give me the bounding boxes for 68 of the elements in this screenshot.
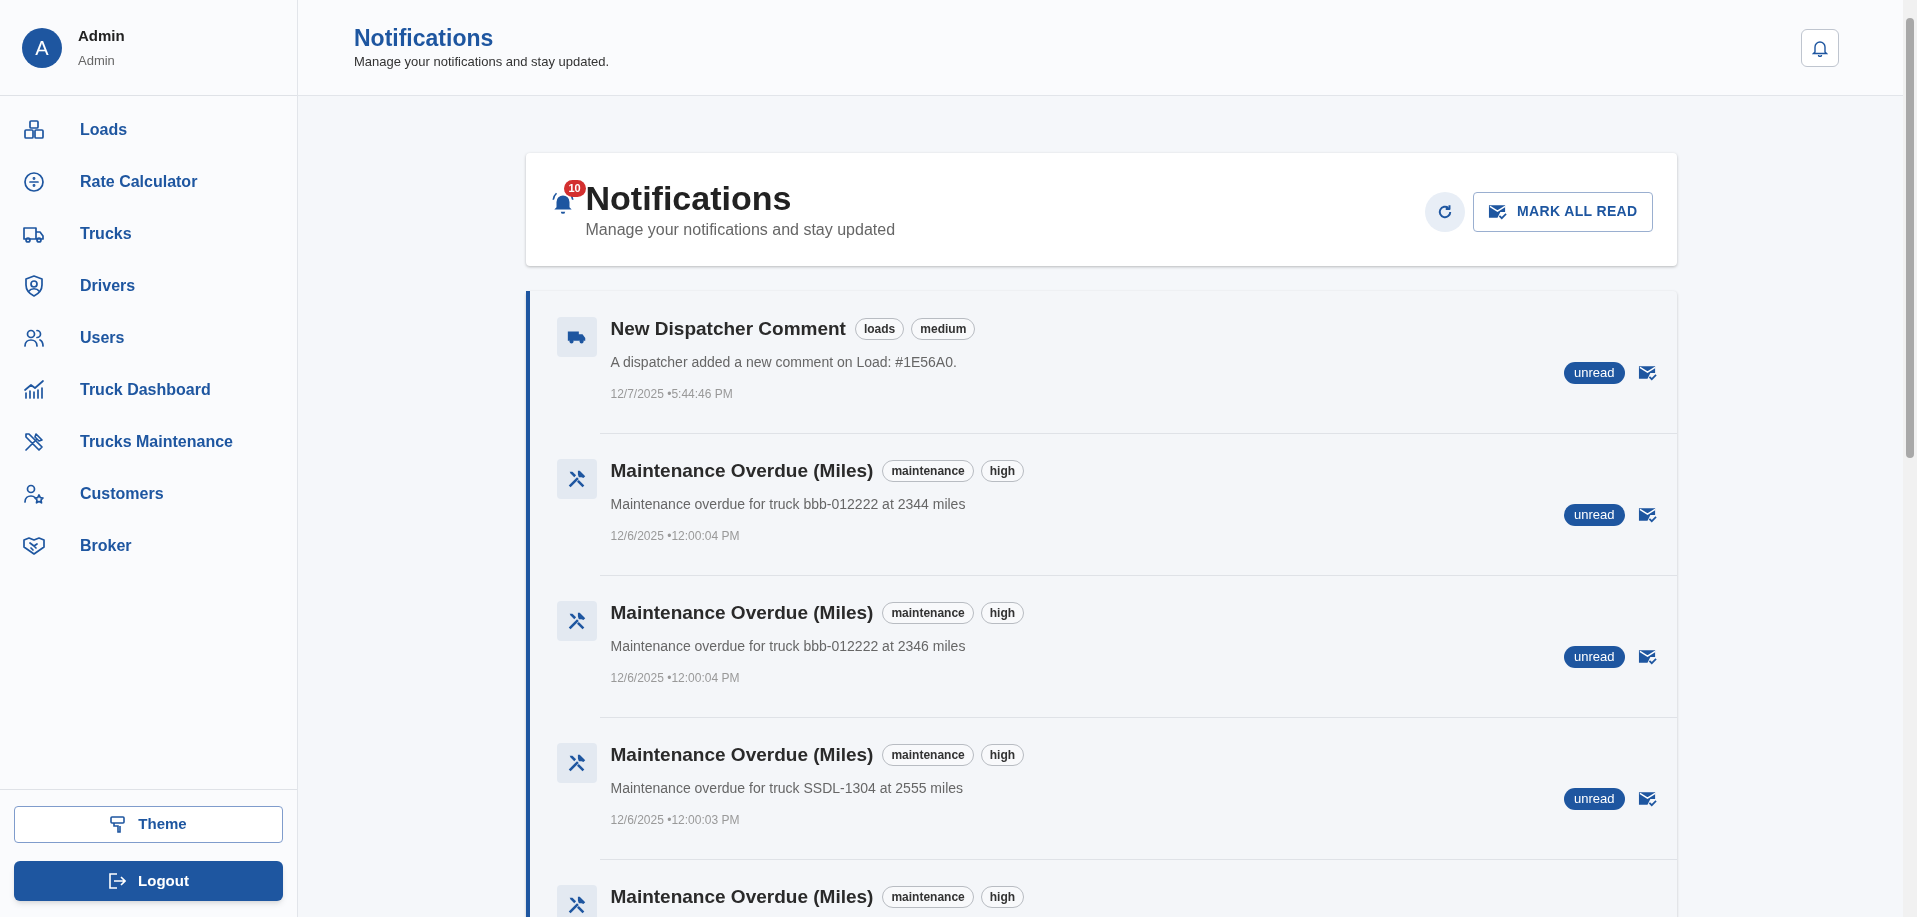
page-title: Notifications xyxy=(354,23,495,52)
sidebar-item[interactable]: Broker xyxy=(0,520,297,572)
sidebar-item[interactable]: Trucks xyxy=(0,208,297,260)
divide-icon xyxy=(22,170,46,194)
notification-message: A dispatcher added a new comment on Load: #1E56A0. xyxy=(610,353,958,372)
bell-icon xyxy=(1812,38,1828,57)
mark-read-button[interactable] xyxy=(1637,507,1657,523)
notification-time: 12/6/2025 •12:00:04 PM xyxy=(610,528,741,545)
tag: high xyxy=(980,460,1025,482)
card-title: Notifications xyxy=(585,177,793,218)
logout-icon xyxy=(108,873,127,889)
tag: maintenance xyxy=(882,602,974,624)
count-badge: 10 xyxy=(563,179,586,197)
tools-icon xyxy=(22,430,46,454)
status-badge: unread xyxy=(1564,646,1625,668)
notification-item[interactable]: Maintenance Overdue (Miles) maintenance high xyxy=(525,859,1677,917)
paint-roller-icon xyxy=(110,815,127,834)
tag: maintenance xyxy=(882,886,974,908)
notification-title: Maintenance Overdue (Miles) xyxy=(610,601,874,625)
mail-check-icon xyxy=(1488,203,1508,220)
sidebar-item[interactable]: Rate Calculator xyxy=(0,156,297,208)
notification-message: Maintenance overdue for truck SSDL-1304 at 2555 miles xyxy=(610,779,965,798)
avatar: A xyxy=(22,27,62,68)
notification-title: Maintenance Overdue (Miles) xyxy=(610,743,874,767)
chart-icon xyxy=(22,378,46,402)
notification-message: Maintenance overdue for truck bbb-012222 at 2346 miles xyxy=(610,637,967,656)
notification-title: Maintenance Overdue (Miles) xyxy=(610,885,874,909)
sidebar-item[interactable]: Truck Dashboard xyxy=(0,364,297,416)
notification-time: 12/6/2025 •12:00:04 PM xyxy=(610,670,741,687)
notification-title: Maintenance Overdue (Miles) xyxy=(610,459,874,483)
sidebar-item[interactable]: Loads xyxy=(0,104,297,156)
mark-read-button[interactable] xyxy=(1637,791,1657,807)
theme-button[interactable]: Theme xyxy=(14,806,283,843)
mark-read-button[interactable] xyxy=(1637,365,1657,381)
status-badge: unread xyxy=(1564,504,1625,526)
mark-all-read-button[interactable]: MARK ALL READ xyxy=(1473,191,1653,232)
logout-button[interactable]: Logout xyxy=(14,861,283,901)
cubes-icon xyxy=(22,118,46,142)
notification-message: Maintenance overdue for truck bbb-012222 at 2344 miles xyxy=(610,495,967,514)
card-subtitle: Manage your notifications and stay updated xyxy=(585,219,896,240)
status-badge: unread xyxy=(1564,788,1625,810)
mail-check-icon xyxy=(1637,649,1657,665)
tag: maintenance xyxy=(882,744,974,766)
tag: medium xyxy=(911,318,976,340)
tag: loads xyxy=(854,318,905,340)
tag: maintenance xyxy=(882,460,974,482)
page-subtitle: Manage your notifications and stay updated. xyxy=(354,52,610,71)
notification-time: 12/7/2025 •5:44:46 PM xyxy=(610,386,734,403)
user-name: Admin xyxy=(78,25,125,46)
user-star-icon xyxy=(22,482,46,506)
notification-time: 12/6/2025 •12:00:03 PM xyxy=(610,812,741,829)
status-badge: unread xyxy=(1564,362,1625,384)
mark-read-button[interactable] xyxy=(1637,649,1657,665)
notifications-button[interactable] xyxy=(1801,28,1839,67)
tag: high xyxy=(980,602,1025,624)
scrollbar[interactable] xyxy=(1903,0,1917,917)
sidebar-item[interactable]: Drivers xyxy=(0,260,297,312)
sidebar-item[interactable]: Trucks Maintenance xyxy=(0,416,297,468)
sidebar-item[interactable]: Customers xyxy=(0,468,297,520)
sidebar-item[interactable]: Users xyxy=(0,312,297,364)
mail-check-icon xyxy=(1637,507,1657,523)
mail-check-icon xyxy=(1637,365,1657,381)
user-role: Admin xyxy=(78,52,116,70)
notification-title: New Dispatcher Comment xyxy=(610,317,846,341)
tag: high xyxy=(980,886,1025,908)
mail-check-icon xyxy=(1637,791,1657,807)
shield-icon xyxy=(22,274,46,298)
tag: high xyxy=(980,744,1025,766)
